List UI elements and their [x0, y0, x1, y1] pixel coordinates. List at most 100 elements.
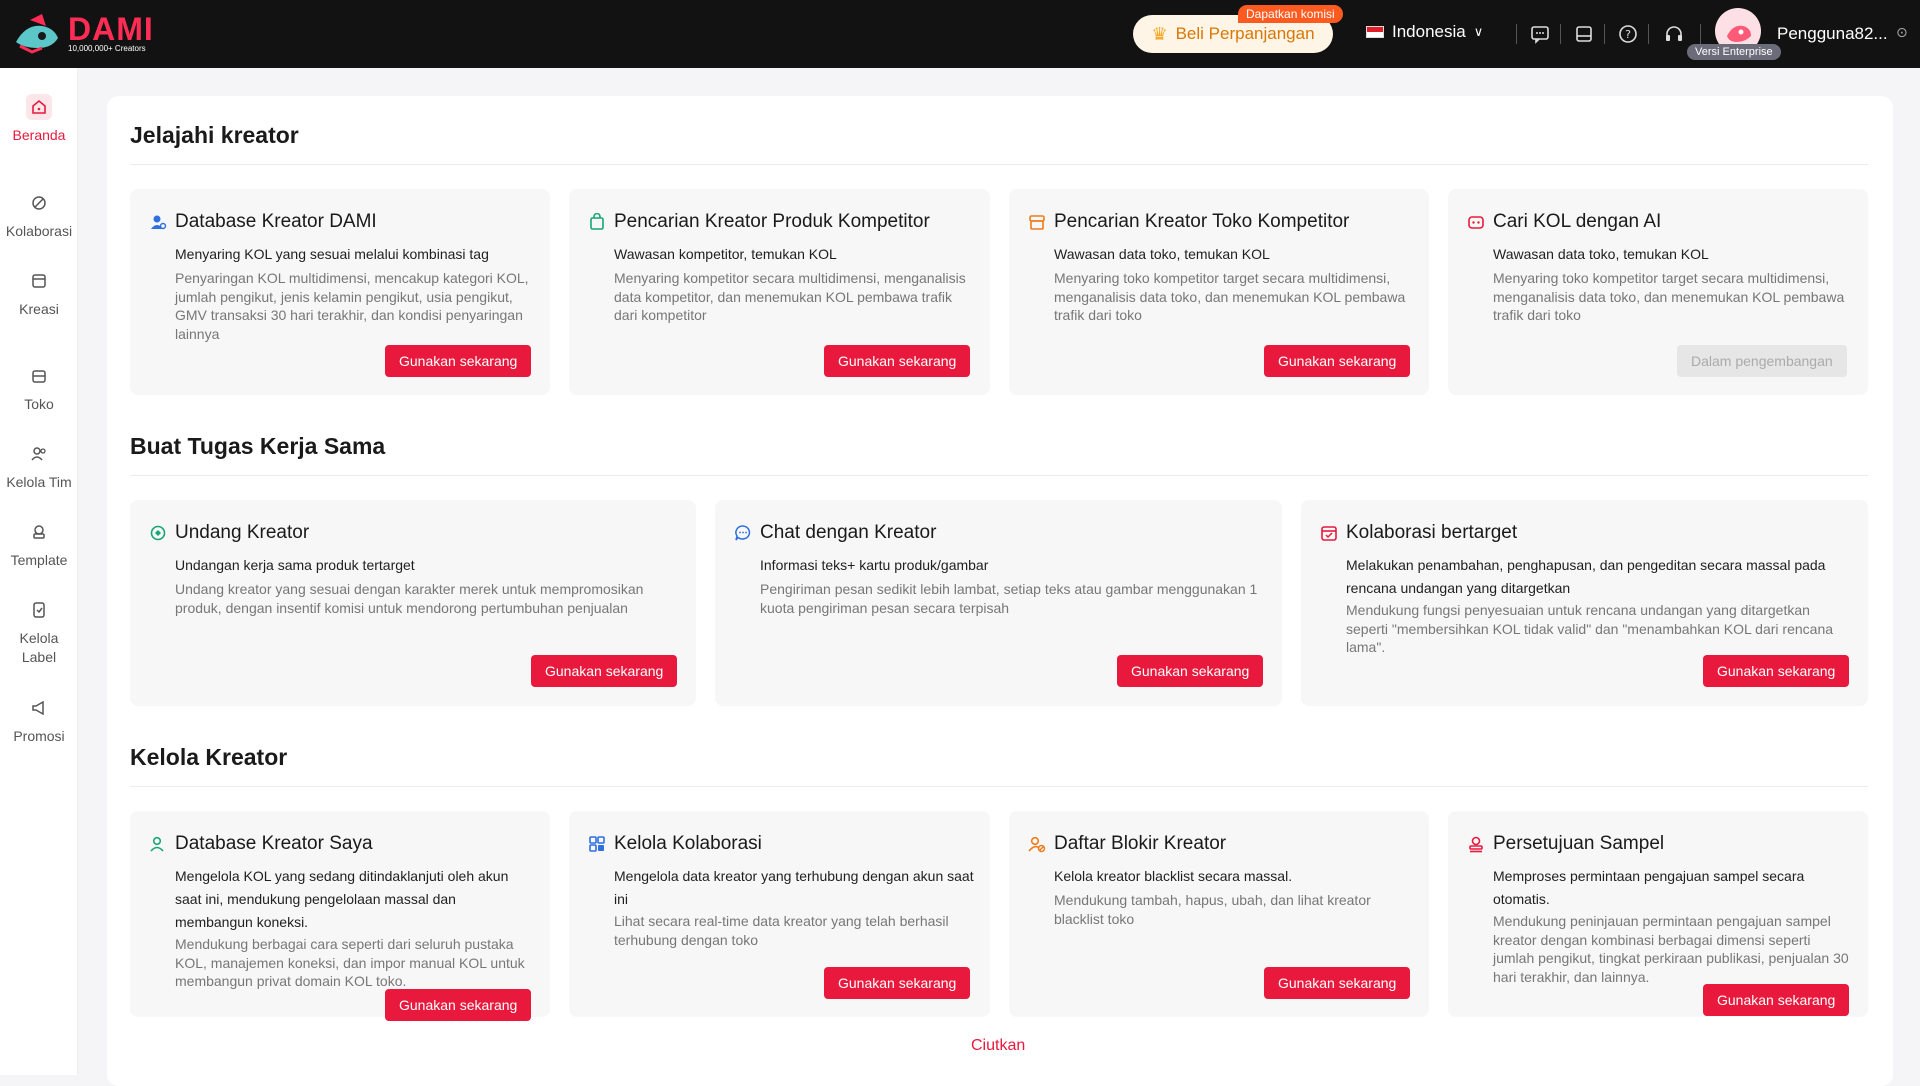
card-title: Chat dengan Kreator — [760, 522, 937, 543]
card-subtitle: Wawasan kompetitor, temukan KOL — [614, 246, 837, 262]
commission-badge[interactable]: Dapatkan komisi — [1238, 5, 1343, 23]
chevron-down-icon: ∨ — [1473, 24, 1484, 39]
megaphone-icon — [26, 695, 52, 721]
card-description: Lihat secara real-time data kreator yang… — [614, 913, 949, 948]
card-title: Undang Kreator — [175, 522, 310, 543]
home-icon — [26, 94, 52, 120]
storage-icon[interactable] — [1572, 22, 1596, 46]
dami-mascot-icon — [16, 14, 58, 54]
card-cari-kol-ai: Cari KOL dengan AI Wawasan data toko, te… — [1448, 189, 1868, 395]
card-kelola-kolaborasi: Kelola Kolaborasi Mengelola data kreator… — [569, 811, 990, 1017]
use-now-button[interactable]: Gunakan sekarang — [1703, 655, 1850, 687]
use-now-button[interactable]: Gunakan sekarang — [1703, 984, 1850, 1016]
username[interactable]: Pengguna82... — [1777, 24, 1888, 44]
card-kolaborasi-bertarget: Kolaborasi bertarget Melakukan penambaha… — [1301, 500, 1868, 706]
card-database-kreator-saya: Database Kreator Saya Mengelola KOL yang… — [130, 811, 550, 1021]
help-icon[interactable]: ? — [1616, 22, 1640, 46]
card-description: Mendukung berbagai cara seperti dari sel… — [175, 936, 525, 989]
shop-icon — [26, 363, 52, 389]
card-title: Daftar Blokir Kreator — [1054, 833, 1227, 854]
sidebar-item-template[interactable]: Template — [0, 519, 78, 570]
card-persetujuan-sampel: Persetujuan Sampel Memproses permintaan … — [1448, 811, 1868, 1017]
card-description: Mendukung tambah, hapus, ubah, dan lihat… — [1054, 892, 1371, 927]
use-now-button[interactable]: Gunakan sekarang — [531, 655, 678, 687]
sidebar-item-beranda[interactable]: Beranda — [0, 94, 78, 145]
card-subtitle: Wawasan data toko, temukan KOL — [1054, 246, 1270, 262]
user-avatar-icon — [1727, 25, 1751, 42]
card-title: Cari KOL dengan AI — [1493, 211, 1662, 232]
language-selector[interactable]: Indonesia ∨ — [1366, 22, 1483, 42]
sidebar: Beranda Kolaborasi Kreasi Toko Kelola Ti… — [0, 68, 78, 1075]
card-subtitle: Undangan kerja sama produk tertarget — [175, 557, 415, 573]
use-now-button[interactable]: Gunakan sekarang — [824, 345, 971, 377]
toolbar-divider — [1560, 24, 1561, 44]
card-title: Kolaborasi bertarget — [1346, 522, 1518, 543]
brand-tagline: 10,000,000+ Creators — [68, 44, 146, 53]
use-now-button[interactable]: Gunakan sekarang — [824, 967, 971, 999]
sidebar-item-kreasi[interactable]: Kreasi — [0, 268, 78, 319]
section-divider — [130, 475, 1868, 476]
card-subtitle: Memproses permintaan pengajuan sampel se… — [1493, 868, 1805, 907]
brand-name: DAMI — [68, 11, 154, 47]
crown-icon: ♛ — [1151, 23, 1168, 44]
template-icon — [26, 519, 52, 545]
use-now-button[interactable]: Gunakan sekarang — [1117, 655, 1264, 687]
ai-robot-icon — [1466, 212, 1486, 232]
toolbar-divider — [1648, 24, 1649, 44]
user-database-icon — [148, 212, 168, 232]
use-now-button[interactable]: Gunakan sekarang — [1264, 967, 1411, 999]
block-user-icon — [1027, 834, 1047, 854]
handshake-icon — [26, 190, 52, 216]
label-icon — [26, 597, 52, 623]
user-menu-icon[interactable]: ⊙ — [1896, 24, 1908, 41]
card-description: Menyaring toko kompetitor target secara … — [1054, 270, 1406, 323]
card-pencarian-toko-kompetitor: Pencarian Kreator Toko Kompetitor Wawasa… — [1009, 189, 1429, 395]
card-subtitle: Menyaring KOL yang sesuai melalui kombin… — [175, 246, 489, 262]
collapse-link[interactable]: Ciutkan — [971, 1037, 1025, 1055]
section-title-kelola-kreator: Kelola Kreator — [130, 744, 288, 770]
message-icon[interactable] — [1528, 22, 1552, 46]
sidebar-item-promosi[interactable]: Promosi — [0, 695, 78, 746]
card-subtitle: Mengelola KOL yang sedang ditindaklanjut… — [175, 868, 509, 930]
card-title: Kelola Kolaborasi — [614, 833, 762, 854]
card-description: Undang kreator yang sesuai dengan karakt… — [175, 581, 644, 616]
card-description: Pengiriman pesan sedikit lebih lambat, s… — [760, 581, 1258, 616]
card-subtitle: Wawasan data toko, temukan KOL — [1493, 246, 1709, 262]
dami-logo[interactable]: DAMI 10,000,000+ Creators — [12, 12, 154, 56]
section-title-buat-tugas: Buat Tugas Kerja Sama — [130, 433, 386, 459]
store-icon — [1027, 212, 1047, 232]
card-database-kreator-dami: Database Kreator DAMI Menyaring KOL yang… — [130, 189, 550, 395]
card-description: Mendukung peninjauan permintaan pengajua… — [1493, 913, 1849, 985]
invite-icon — [148, 523, 168, 543]
shopping-bag-icon — [587, 212, 607, 232]
sidebar-item-kolaborasi[interactable]: Kolaborasi — [0, 190, 78, 241]
card-pencarian-produk-kompetitor: Pencarian Kreator Produk Kompetitor Wawa… — [569, 189, 990, 395]
headset-icon[interactable] — [1662, 22, 1686, 46]
card-description: Mendukung fungsi penyesuaian untuk renca… — [1346, 602, 1834, 655]
card-subtitle: Melakukan penambahan, penghapusan, dan p… — [1346, 557, 1826, 596]
chat-bubble-icon — [733, 523, 753, 543]
use-now-button[interactable]: Gunakan sekarang — [385, 345, 532, 377]
section-title-jelajahi: Jelajahi kreator — [130, 122, 299, 148]
use-now-button[interactable]: Gunakan sekarang — [1264, 345, 1411, 377]
sidebar-item-toko[interactable]: Toko — [0, 363, 78, 414]
svg-text:?: ? — [1625, 28, 1631, 41]
card-subtitle: Mengelola data kreator yang terhubung de… — [614, 868, 974, 907]
renew-label: Beli Perpanjangan — [1175, 24, 1315, 43]
plan-badge: Versi Enterprise — [1687, 44, 1781, 60]
card-title: Database Kreator DAMI — [175, 211, 377, 232]
card-subtitle: Kelola kreator blacklist secara massal. — [1054, 868, 1293, 884]
section-divider — [130, 164, 1868, 165]
sidebar-item-kelola-label[interactable]: Kelola Label — [0, 597, 78, 667]
sidebar-item-kelola-tim[interactable]: Kelola Tim — [0, 441, 78, 492]
card-subtitle: Informasi teks+ kartu produk/gambar — [760, 557, 989, 573]
card-description: Menyaring kompetitor secara multidimensi… — [614, 270, 966, 323]
section-divider — [130, 786, 1868, 787]
card-description: Penyaringan KOL multidimensi, mencakup k… — [175, 270, 529, 342]
toolbar-divider — [1700, 24, 1701, 44]
card-undang-kreator: Undang Kreator Undangan kerja sama produ… — [130, 500, 696, 706]
card-title: Pencarian Kreator Produk Kompetitor — [614, 211, 930, 232]
use-now-button[interactable]: Gunakan sekarang — [385, 989, 532, 1021]
grid-apps-icon — [587, 834, 607, 854]
calendar-icon — [1319, 523, 1339, 543]
